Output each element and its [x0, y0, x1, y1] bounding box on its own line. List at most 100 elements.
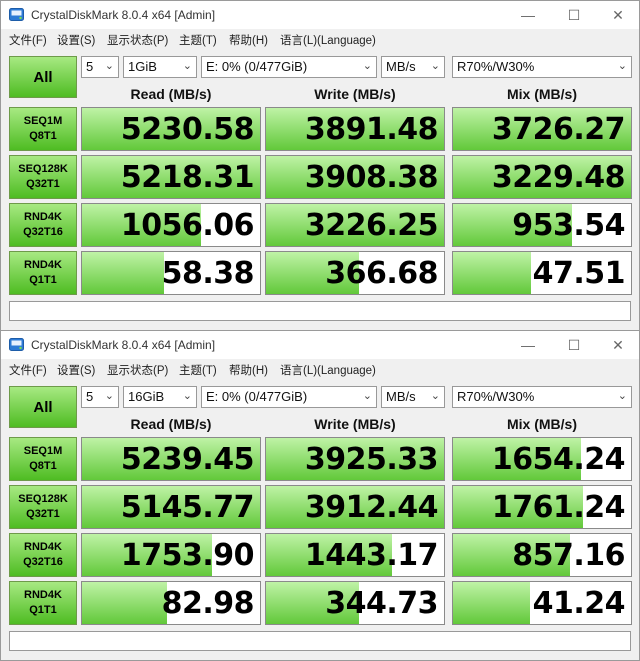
comment-input[interactable] [9, 301, 631, 321]
write-result-value: 1443.17 [304, 538, 439, 573]
mix-header: Mix (MB/s) [507, 416, 577, 432]
test-queue: Q8T1 [29, 460, 57, 472]
write-result-value: 3908.38 [304, 160, 439, 195]
test-name: RND4K [24, 211, 62, 223]
menu-display[interactable]: 显示状态(P) [107, 32, 168, 48]
read-result-bar [82, 582, 168, 624]
write-header: Write (MB/s) [314, 86, 396, 102]
read-result-cell: 5230.58 [81, 107, 261, 151]
chevron-down-icon: ⌄ [362, 390, 372, 402]
minimize-icon[interactable]: — [505, 1, 551, 29]
all-button[interactable]: All [9, 386, 77, 428]
unit-select[interactable]: MB/s ⌄ [381, 386, 445, 408]
count-select[interactable]: 5 ⌄ [81, 386, 119, 408]
profile-select[interactable]: R70%/W30% ⌄ [452, 56, 632, 78]
test-name: SEQ128K [18, 493, 68, 505]
menu-file[interactable]: 文件(F) [9, 362, 47, 378]
test-name: RND4K [24, 259, 62, 271]
comment-input[interactable] [9, 631, 631, 651]
write-result-cell: 1443.17 [265, 533, 445, 577]
menu-theme[interactable]: 主题(T) [179, 32, 217, 48]
test-button[interactable]: SEQ1M Q8T1 [9, 107, 77, 151]
close-icon[interactable]: ✕ [595, 1, 640, 29]
menu-settings[interactable]: 设置(S) [57, 362, 95, 378]
mix-result-bar [453, 252, 532, 294]
read-result-value: 5218.31 [120, 160, 255, 195]
write-result-cell: 3912.44 [265, 485, 445, 529]
benchmark-window-1: CrystalDiskMark 8.0.4 x64 [Admin] — ☐ ✕ … [0, 0, 640, 331]
size-select[interactable]: 16GiB ⌄ [123, 386, 197, 408]
chevron-down-icon: ⌄ [430, 390, 440, 402]
menu-help[interactable]: 帮助(H) [229, 362, 268, 378]
title-bar[interactable]: CrystalDiskMark 8.0.4 x64 [Admin] — ☐ ✕ [1, 331, 639, 359]
read-result-cell: 5145.77 [81, 485, 261, 529]
unit-value: MB/s [386, 389, 416, 404]
crystaldiskmark-disk-icon [9, 338, 24, 351]
write-result-cell: 344.73 [265, 581, 445, 625]
read-result-cell: 1056.06 [81, 203, 261, 247]
test-queue: Q1T1 [29, 604, 57, 616]
unit-select[interactable]: MB/s ⌄ [381, 56, 445, 78]
test-name: RND4K [24, 589, 62, 601]
test-queue: Q32T1 [26, 508, 60, 520]
benchmark-panel: All 5 ⌄ 16GiB ⌄ E: 0% (0/477GiB) ⌄ MB/s ⌄ R7… [1, 381, 639, 661]
write-result-cell: 366.68 [265, 251, 445, 295]
test-button[interactable]: RND4K Q32T16 [9, 533, 77, 577]
menu-language[interactable]: 语言(L)(Language) [280, 362, 376, 378]
read-result-cell: 82.98 [81, 581, 261, 625]
test-button[interactable]: RND4K Q1T1 [9, 581, 77, 625]
crystaldiskmark-disk-icon [9, 8, 24, 21]
read-result-bar [82, 252, 164, 294]
drive-select[interactable]: E: 0% (0/477GiB) ⌄ [201, 56, 377, 78]
test-name: SEQ1M [23, 115, 63, 127]
test-button[interactable]: SEQ128K Q32T1 [9, 485, 77, 529]
chevron-down-icon: ⌄ [362, 60, 372, 72]
maximize-icon[interactable]: ☐ [551, 331, 597, 359]
window-title: CrystalDiskMark 8.0.4 x64 [Admin] [31, 338, 216, 352]
test-name: RND4K [24, 541, 62, 553]
test-button[interactable]: RND4K Q32T16 [9, 203, 77, 247]
drive-select[interactable]: E: 0% (0/477GiB) ⌄ [201, 386, 377, 408]
minimize-icon[interactable]: — [505, 331, 551, 359]
menu-help[interactable]: 帮助(H) [229, 32, 268, 48]
read-header: Read (MB/s) [130, 86, 212, 102]
write-result-value: 3226.25 [304, 208, 439, 243]
menu-display[interactable]: 显示状态(P) [107, 362, 168, 378]
menu-settings[interactable]: 设置(S) [57, 32, 95, 48]
mix-result-value: 41.24 [532, 586, 626, 621]
write-header: Write (MB/s) [314, 416, 396, 432]
read-result-value: 1753.90 [120, 538, 255, 573]
write-result-value: 366.68 [325, 256, 438, 291]
write-result-cell: 3925.33 [265, 437, 445, 481]
test-button[interactable]: SEQ1M Q8T1 [9, 437, 77, 481]
read-result-cell: 5218.31 [81, 155, 261, 199]
all-button[interactable]: All [9, 56, 77, 98]
mix-result-value: 3229.48 [491, 160, 626, 195]
menu-language[interactable]: 语言(L)(Language) [280, 32, 376, 48]
menu-file[interactable]: 文件(F) [9, 32, 47, 48]
menu-theme[interactable]: 主题(T) [179, 362, 217, 378]
maximize-icon[interactable]: ☐ [551, 1, 597, 29]
mix-result-cell: 41.24 [452, 581, 632, 625]
mix-result-value: 47.51 [532, 256, 626, 291]
test-queue: Q32T16 [23, 226, 63, 238]
count-select[interactable]: 5 ⌄ [81, 56, 119, 78]
close-icon[interactable]: ✕ [595, 331, 640, 359]
chevron-down-icon: ⌄ [617, 60, 627, 72]
count-value: 5 [86, 389, 94, 404]
title-bar[interactable]: CrystalDiskMark 8.0.4 x64 [Admin] — ☐ ✕ [1, 1, 639, 29]
test-queue: Q8T1 [29, 130, 57, 142]
window-title: CrystalDiskMark 8.0.4 x64 [Admin] [31, 8, 216, 22]
profile-value: R70%/W30% [457, 389, 535, 404]
menu-bar: 文件(F) 设置(S) 显示状态(P) 主题(T) 帮助(H) 语言(L)(La… [1, 359, 639, 379]
mix-result-cell: 953.54 [452, 203, 632, 247]
test-button[interactable]: RND4K Q1T1 [9, 251, 77, 295]
size-value: 1GiB [128, 59, 157, 74]
profile-select[interactable]: R70%/W30% ⌄ [452, 386, 632, 408]
mix-header: Mix (MB/s) [507, 86, 577, 102]
write-result-cell: 3891.48 [265, 107, 445, 151]
test-button[interactable]: SEQ128K Q32T1 [9, 155, 77, 199]
size-select[interactable]: 1GiB ⌄ [123, 56, 197, 78]
mix-result-value: 953.54 [512, 208, 625, 243]
benchmark-window-2: CrystalDiskMark 8.0.4 x64 [Admin] — ☐ ✕ … [0, 330, 640, 661]
